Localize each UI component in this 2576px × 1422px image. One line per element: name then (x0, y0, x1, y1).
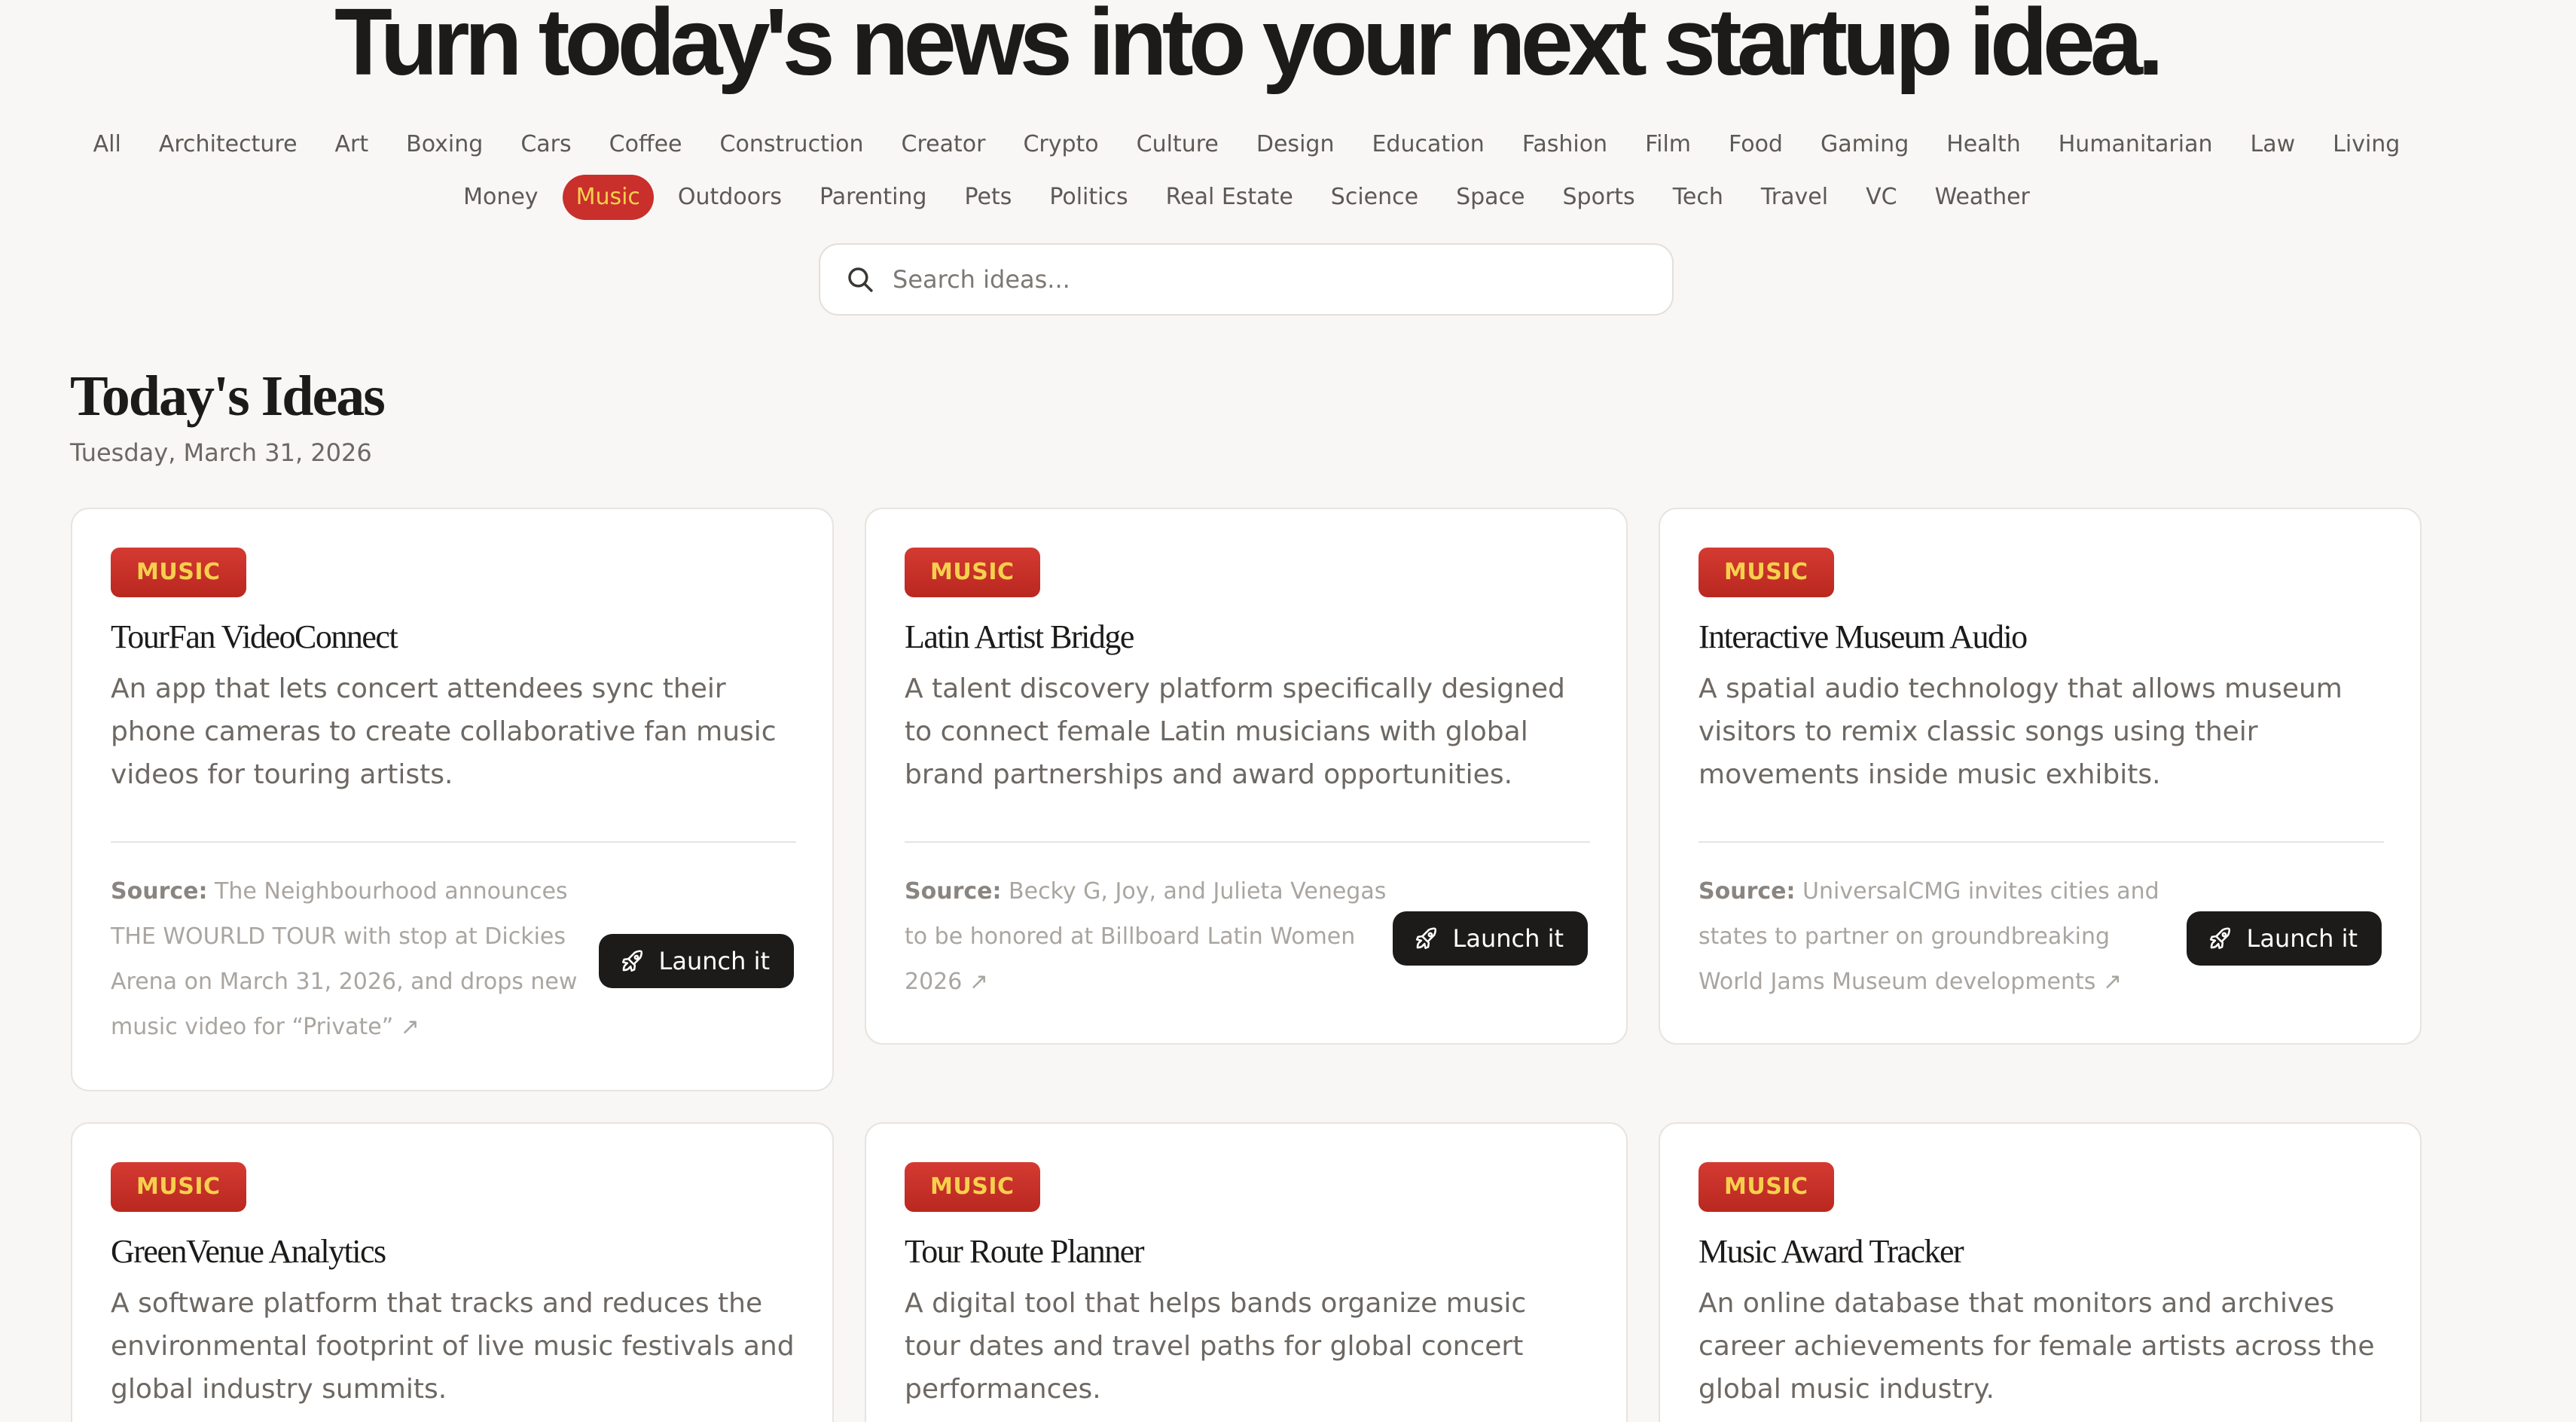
category-travel[interactable]: Travel (1747, 175, 1842, 220)
category-crypto[interactable]: Crypto (1009, 122, 1112, 167)
section-title: Today's Ideas (70, 365, 386, 428)
card-divider (905, 841, 1590, 843)
search-box[interactable] (819, 243, 1674, 316)
category-badge: MUSIC (111, 548, 246, 597)
category-weather[interactable]: Weather (1921, 175, 2043, 220)
category-culture[interactable]: Culture (1123, 122, 1232, 167)
launch-button-label: Launch it (658, 947, 770, 975)
launch-button[interactable]: Launch it (1392, 911, 1588, 966)
idea-title: Tour Route Planner (905, 1233, 1144, 1270)
category-film[interactable]: Film (1631, 122, 1705, 167)
card-divider (111, 841, 796, 843)
idea-card: MUSIC TourFan VideoConnect An app that l… (71, 508, 834, 1091)
category-badge: MUSIC (905, 1162, 1040, 1212)
category-fashion[interactable]: Fashion (1509, 122, 1621, 167)
idea-title: Latin Artist Bridge (905, 618, 1134, 655)
idea-source[interactable]: Source: Becky G, Joy, and Julieta Venega… (905, 869, 1387, 1005)
category-design[interactable]: Design (1243, 122, 1348, 167)
idea-card: MUSIC Latin Artist Bridge A talent disco… (865, 508, 1628, 1045)
search-input[interactable] (893, 265, 1608, 294)
category-filter-row-1: All Architecture Art Boxing Cars Coffee Constr… (0, 122, 2493, 167)
category-money[interactable]: Money (450, 175, 551, 220)
category-living[interactable]: Living (2319, 122, 2413, 167)
section-date: Tuesday, March 31, 2026 (70, 438, 372, 467)
category-badge: MUSIC (1699, 548, 1834, 597)
category-art[interactable]: Art (322, 122, 383, 167)
category-pets[interactable]: Pets (951, 175, 1025, 220)
category-outdoors[interactable]: Outdoors (664, 175, 795, 220)
idea-description: A digital tool that helps bands organize… (905, 1288, 1527, 1405)
hero-title: Turn today's news into your next startup… (334, 0, 2164, 95)
idea-title: GreenVenue Analytics (111, 1233, 386, 1270)
idea-title: Interactive Museum Audio (1699, 618, 2028, 655)
rocket-icon (2209, 927, 2230, 950)
category-sports[interactable]: Sports (1549, 175, 1649, 220)
category-music[interactable]: Music (562, 175, 654, 220)
launch-button-label: Launch it (2246, 924, 2358, 953)
category-tech[interactable]: Tech (1659, 175, 1737, 220)
idea-description: A talent discovery platform specifically… (905, 673, 1565, 790)
idea-description: A software platform that tracks and redu… (111, 1288, 795, 1405)
idea-card: MUSIC Interactive Museum Audio A spatial… (1659, 508, 2422, 1045)
idea-card: MUSIC GreenVenue Analytics A software pl… (71, 1122, 834, 1422)
category-education[interactable]: Education (1358, 122, 1497, 167)
source-label: Source: (1699, 878, 1796, 905)
launch-button[interactable]: Launch it (598, 934, 794, 988)
category-law[interactable]: Law (2237, 122, 2309, 167)
category-boxing[interactable]: Boxing (392, 122, 496, 167)
category-vc[interactable]: VC (1852, 175, 1910, 220)
category-parenting[interactable]: Parenting (806, 175, 940, 220)
category-health[interactable]: Health (1933, 122, 2034, 167)
category-construction[interactable]: Construction (707, 122, 877, 167)
category-space[interactable]: Space (1442, 175, 1538, 220)
category-food[interactable]: Food (1715, 122, 1796, 167)
idea-source[interactable]: Source: UniversalCMG invites cities and … (1699, 869, 2181, 1005)
category-real-estate[interactable]: Real Estate (1152, 175, 1307, 220)
card-divider (1699, 841, 2384, 843)
idea-description: An online database that monitors and arc… (1699, 1288, 2375, 1405)
category-creator[interactable]: Creator (888, 122, 1000, 167)
category-all[interactable]: All (80, 122, 135, 167)
category-science[interactable]: Science (1317, 175, 1432, 220)
idea-description: A spatial audio technology that allows m… (1699, 673, 2343, 790)
category-filter-row-2: Money Music Outdoors Parenting Pets Politics R… (0, 175, 2493, 220)
idea-description: An app that lets concert attendees sync … (111, 673, 777, 790)
category-badge: MUSIC (905, 548, 1040, 597)
idea-title: Music Award Tracker (1699, 1233, 1964, 1270)
category-gaming[interactable]: Gaming (1807, 122, 1922, 167)
launch-button[interactable]: Launch it (2186, 911, 2382, 966)
source-label: Source: (111, 878, 208, 905)
search-icon (848, 267, 873, 292)
idea-card: MUSIC Tour Route Planner A digital tool … (865, 1122, 1628, 1422)
category-humanitarian[interactable]: Humanitarian (2045, 122, 2227, 167)
rocket-icon (621, 950, 642, 972)
category-badge: MUSIC (1699, 1162, 1834, 1212)
category-architecture[interactable]: Architecture (145, 122, 311, 167)
category-cars[interactable]: Cars (507, 122, 584, 167)
category-coffee[interactable]: Coffee (596, 122, 696, 167)
rocket-icon (1415, 927, 1436, 950)
category-politics[interactable]: Politics (1036, 175, 1141, 220)
category-badge: MUSIC (111, 1162, 246, 1212)
idea-card: MUSIC Music Award Tracker An online data… (1659, 1122, 2422, 1422)
launch-button-label: Launch it (1452, 924, 1564, 953)
idea-source[interactable]: Source: The Neighbourhood announces THE … (111, 869, 593, 1050)
idea-title: TourFan VideoConnect (111, 618, 398, 655)
source-label: Source: (905, 878, 1002, 905)
